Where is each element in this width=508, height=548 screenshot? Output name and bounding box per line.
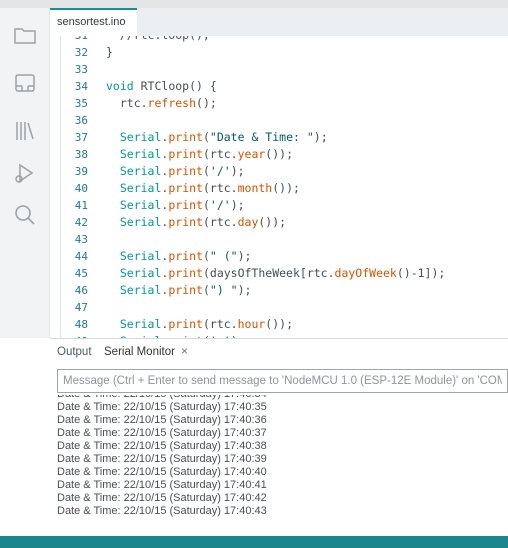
code-line: 46 Serial.print(") "); [50,282,508,299]
code-text: Serial.print('/'); [119,164,245,178]
code-editor[interactable]: 31 //rtc.loop();32}3334void RTCloop() {3… [50,36,508,338]
debug-icon[interactable] [12,160,38,186]
code-line: 35 rtc.refresh(); [50,95,508,112]
code-text: rtc.refresh(); [106,96,217,110]
serial-output-line: Date & Time: 22/10/15 (Saturday) 17:40:4… [57,492,267,504]
serial-message-input[interactable] [57,369,508,393]
code-line: 34 void RTCloop() { [50,78,508,95]
close-icon[interactable]: × [181,344,188,358]
code-text: } [106,45,113,59]
serial-output-line: Date & Time: 22/10/15 (Saturday) 17:40:4… [57,466,267,478]
code-line: 37 Serial.print("Date & Time: "); [50,129,508,146]
code-line: 43 [50,231,508,248]
line-number: 32 [74,46,88,59]
code-line: 48 Serial.print(rtc.hour()); [50,316,508,333]
line-number: 40 [74,182,88,195]
code-text: Serial.print('/'); [119,198,245,212]
code-line: 44 Serial.print(" ("); [50,248,508,265]
line-number: 38 [74,148,88,161]
line-number: 47 [74,301,88,314]
indent-guide [60,36,61,338]
code-text: Serial.print(rtc.year()); [119,147,293,161]
search-icon[interactable] [12,202,38,228]
line-number: 46 [74,284,88,297]
line-number: 41 [74,199,88,212]
folder-icon[interactable] [12,22,38,48]
line-number: 45 [74,267,88,280]
library-icon[interactable] [12,118,38,144]
panel-tabs: Output Serial Monitor × [50,339,508,365]
code-text: Serial.print(" ("); [119,249,252,263]
file-tab-sensortest[interactable]: sensortest.ino [50,8,138,36]
bottom-panel: Output Serial Monitor × Date & Time: 22/… [50,338,508,537]
line-number: 36 [74,114,88,127]
window-top-strip [0,0,508,8]
serial-output-line: Date & Time: 22/10/15 (Saturday) 17:40:3… [57,440,267,452]
serial-output-line: Date & Time: 22/10/15 (Saturday) 17:40:3… [57,414,267,426]
code-line: 40 Serial.print(rtc.month()); [50,180,508,197]
code-line: 41 Serial.print('/'); [50,197,508,214]
status-bar [0,536,508,548]
serial-output-line: Date & Time: 22/10/15 (Saturday) 17:40:4… [57,479,267,491]
code-text: Serial.print(rtc.day()); [119,215,287,229]
line-number: 42 [74,216,88,229]
code-line: 42 Serial.print(rtc.day()); [50,214,508,231]
line-number: 34 [74,80,88,93]
code-line: 36 [50,112,508,129]
code-line: 32} [50,44,508,61]
code-text: Serial.print(") "); [119,283,252,297]
line-number: 44 [74,250,88,263]
line-number: 31 [50,36,88,44]
line-number: 35 [74,97,88,110]
line-number: 48 [74,318,88,331]
editor-tab-bar: sensortest.ino [50,8,508,37]
code-text: Serial.print(rtc.hour()); [119,317,293,331]
line-number: 37 [74,131,88,144]
activity-sidebar [0,8,50,338]
serial-output-line: Date & Time: 22/10/15 (Saturday) 17:40:3… [57,427,267,439]
serial-output-line: Date & Time: 22/10/15 (Saturday) 17:40:4… [57,505,267,517]
tab-output[interactable]: Output [57,345,92,359]
line-number: 33 [74,63,88,76]
serial-output-line: Date & Time: 22/10/15 (Saturday) 17:40:3… [57,453,267,465]
tab-serial-monitor[interactable]: Serial Monitor [104,345,175,359]
code-line: 45 Serial.print(daysOfTheWeek[rtc.dayOfW… [50,265,508,282]
board-manager-icon[interactable] [12,70,38,96]
code-text: Serial.print("Date & Time: "); [119,130,328,144]
line-number: 39 [74,165,88,178]
code-text: Serial.print(daysOfTheWeek[rtc.dayOfWeek… [119,266,446,280]
code-line: 38 Serial.print(rtc.year()); [50,146,508,163]
code-text: //rtc.loop(); [106,36,210,44]
code-line: 31 //rtc.loop(); [50,36,508,44]
line-number: 43 [74,233,88,246]
code-text: Serial.print(rtc.month()); [119,181,300,195]
serial-output-line: Date & Time: 22/10/15 (Saturday) 17:40:3… [57,401,267,413]
code-line: 47 [50,299,508,316]
code-line: 39 Serial.print('/'); [50,163,508,180]
code-line: 33 [50,61,508,78]
serial-output: Date & Time: 22/10/15 (Saturday) 17:40:3… [57,395,508,535]
code-text: void RTCloop() { [106,79,217,93]
